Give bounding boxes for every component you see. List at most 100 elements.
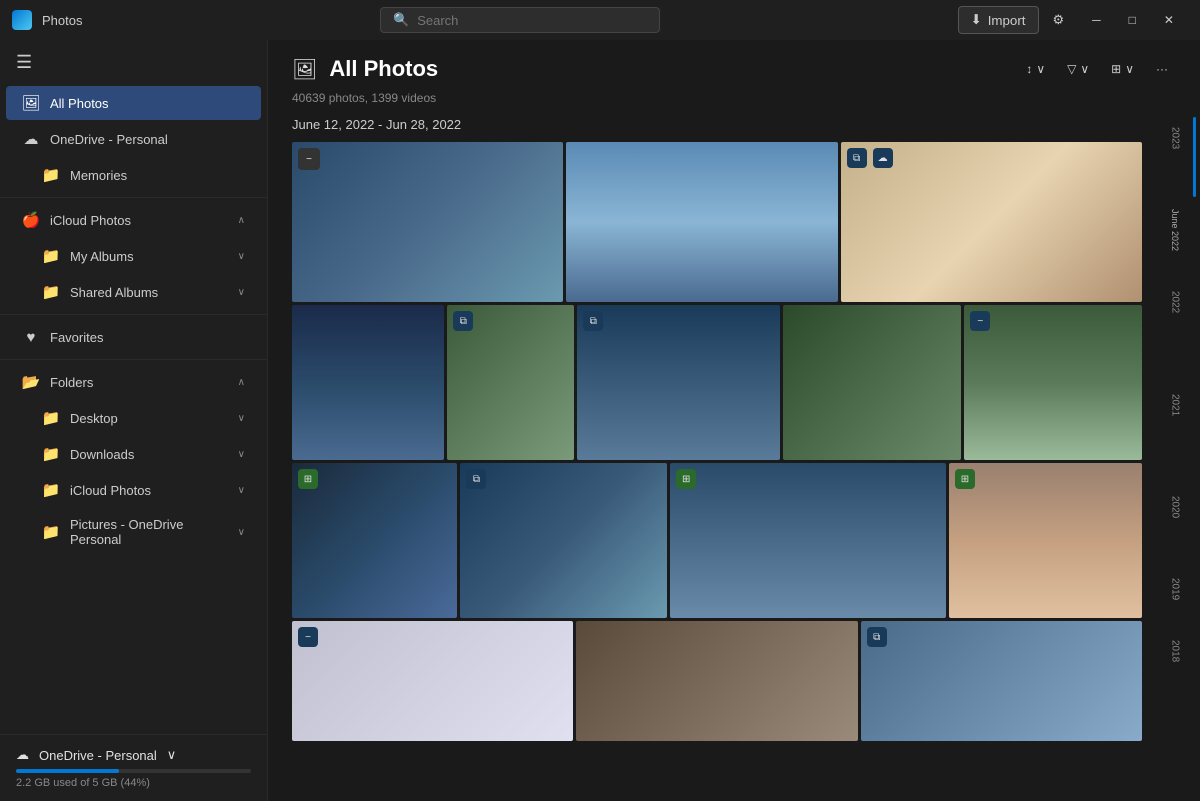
more-icon: ··· [1156, 62, 1168, 76]
photo-thumb[interactable]: ⧉ ☁ [841, 142, 1142, 302]
close-button[interactable]: ✕ [1150, 0, 1188, 40]
photo-badge: ⧉ [466, 469, 486, 489]
sort-icon: ↕ [1026, 62, 1032, 76]
photo-thumb[interactable]: ⊞ [949, 463, 1142, 618]
photo-thumb[interactable]: ⧉ [447, 305, 574, 460]
desktop-chevron: ∨ [238, 413, 245, 424]
photos-layout: June 12, 2022 - Jun 28, 2022 − ⧉ ☁ [268, 117, 1200, 801]
app-title: Photos [42, 13, 82, 28]
main-layout: ☰ 🖼 All Photos ☁ OneDrive - Personal 📁 M… [0, 40, 1200, 801]
icloud-chevron: ∧ [238, 215, 245, 226]
photo-badge: − [298, 627, 318, 647]
sidebar-item-shared-albums[interactable]: 📁 Shared Albums ∨ [6, 275, 261, 309]
view-icon: ⊞ [1111, 62, 1121, 76]
all-photos-icon: 🖼 [22, 94, 40, 112]
sidebar-label-all-photos: All Photos [50, 96, 245, 111]
photo-badge-2: ☁ [873, 148, 893, 168]
window-controls: ─ □ ✕ [1078, 0, 1188, 40]
onedrive-storage[interactable]: ☁ OneDrive - Personal ∨ [16, 747, 251, 763]
sidebar: ☰ 🖼 All Photos ☁ OneDrive - Personal 📁 M… [0, 40, 268, 801]
icloud-photos-icon: 📁 [42, 481, 60, 499]
photo-row-3: ⊞ ⧉ ⊞ ⊞ [292, 463, 1142, 618]
minimize-button[interactable]: ─ [1078, 0, 1115, 40]
photos-scroll: June 12, 2022 - Jun 28, 2022 − ⧉ ☁ [268, 117, 1150, 801]
photo-badge: ⊞ [676, 469, 696, 489]
my-albums-icon: 📁 [42, 247, 60, 265]
search-bar[interactable]: 🔍 [380, 7, 660, 33]
photo-badge: − [970, 311, 990, 331]
photo-thumb[interactable]: ⧉ [861, 621, 1142, 741]
sidebar-item-icloud-photos[interactable]: 📁 iCloud Photos ∨ [6, 473, 261, 507]
year-label-2021[interactable]: 2021 [1170, 394, 1181, 416]
photo-badge: ⊞ [955, 469, 975, 489]
folders-chevron: ∧ [238, 377, 245, 388]
view-chevron: ∨ [1125, 62, 1134, 76]
sidebar-item-my-albums[interactable]: 📁 My Albums ∨ [6, 239, 261, 273]
sort-chevron: ∨ [1036, 62, 1045, 76]
shared-albums-chevron: ∨ [238, 287, 245, 298]
sidebar-label-folders: Folders [50, 375, 228, 390]
sidebar-label-downloads: Downloads [70, 447, 228, 462]
content-header: 🖼 All Photos ↕ ∨ ▽ ∨ ⊞ ∨ ··· [268, 40, 1200, 90]
photo-thumb[interactable]: ⧉ [460, 463, 667, 618]
photo-thumb[interactable]: ⧉ [577, 305, 780, 460]
photo-badge: ⧉ [583, 311, 603, 331]
maximize-button[interactable]: □ [1115, 0, 1150, 40]
import-button[interactable]: ⬇ Import [958, 6, 1039, 34]
sidebar-item-desktop[interactable]: 📁 Desktop ∨ [6, 401, 261, 435]
sidebar-item-icloud[interactable]: 🍎 iCloud Photos ∧ [6, 203, 261, 237]
photo-badge: ⧉ [453, 311, 473, 331]
onedrive-bottom-label: OneDrive - Personal [39, 748, 157, 763]
filter-button[interactable]: ▽ ∨ [1059, 57, 1097, 81]
photo-thumb[interactable] [566, 142, 837, 302]
photo-badge: ⧉ [867, 627, 887, 647]
sidebar-folders-header[interactable]: 📂 Folders ∧ [6, 365, 261, 399]
sidebar-item-favorites[interactable]: ♥ Favorites [6, 320, 261, 354]
photo-thumb[interactable]: − [292, 621, 573, 741]
sort-button[interactable]: ↕ ∨ [1018, 57, 1053, 81]
more-button[interactable]: ··· [1148, 57, 1176, 81]
storage-progress-bar [16, 769, 119, 773]
year-label-2018[interactable]: 2018 [1170, 640, 1181, 662]
photo-badge: − [298, 148, 320, 170]
sidebar-item-all-photos[interactable]: 🖼 All Photos [6, 86, 261, 120]
desktop-icon: 📁 [42, 409, 60, 427]
sidebar-item-memories[interactable]: 📁 Memories [6, 158, 261, 192]
year-label-june2022[interactable]: June 2022 [1170, 209, 1180, 251]
photo-thumb[interactable]: ⊞ [292, 463, 457, 618]
titlebar-left: Photos [12, 10, 82, 30]
photo-thumb[interactable]: − [964, 305, 1142, 460]
sidebar-label-shared-albums: Shared Albums [70, 285, 228, 300]
onedrive-bottom-chevron: ∨ [167, 747, 177, 763]
year-label-2023[interactable]: 2023 [1170, 127, 1181, 149]
view-button[interactable]: ⊞ ∨ [1103, 57, 1142, 81]
photo-thumb[interactable]: ⊞ [670, 463, 946, 618]
filter-chevron: ∨ [1080, 62, 1089, 76]
search-icon: 🔍 [393, 12, 409, 28]
sidebar-item-pictures-onedrive[interactable]: 📁 Pictures - OneDrive Personal ∨ [6, 509, 261, 555]
photo-thumb[interactable]: − [292, 142, 563, 302]
downloads-icon: 📁 [42, 445, 60, 463]
year-label-2020[interactable]: 2020 [1170, 496, 1181, 518]
search-input[interactable] [417, 13, 647, 28]
titlebar-right: ⬇ Import ⚙ ─ □ ✕ [958, 0, 1188, 40]
memories-icon: 📁 [42, 166, 60, 184]
photo-thumb[interactable] [783, 305, 961, 460]
storage-text: 2.2 GB used of 5 GB (44%) [16, 777, 251, 789]
folders-icon: 📂 [22, 373, 40, 391]
year-label-2019[interactable]: 2019 [1170, 578, 1181, 600]
page-title-area: 🖼 All Photos [292, 56, 438, 82]
downloads-chevron: ∨ [238, 449, 245, 460]
photo-thumb[interactable] [292, 305, 444, 460]
page-title: All Photos [329, 56, 438, 82]
page-icon: 🖼 [292, 57, 317, 82]
settings-button[interactable]: ⚙ [1043, 6, 1075, 34]
my-albums-chevron: ∨ [238, 251, 245, 262]
menu-toggle[interactable]: ☰ [0, 40, 267, 85]
sidebar-item-onedrive[interactable]: ☁ OneDrive - Personal [6, 122, 261, 156]
pictures-onedrive-icon: 📁 [42, 523, 60, 541]
photo-thumb[interactable] [576, 621, 857, 741]
year-label-2022[interactable]: 2022 [1170, 291, 1181, 313]
sidebar-item-downloads[interactable]: 📁 Downloads ∨ [6, 437, 261, 471]
photo-row-4: − ⧉ [292, 621, 1142, 741]
